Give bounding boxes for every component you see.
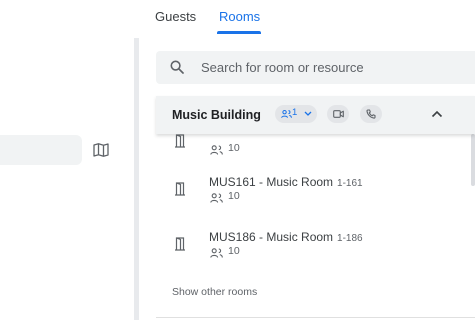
room-name: MUS161 - Music Room 1-161 (209, 175, 363, 189)
room-item[interactable]: MUS161 - Music Room 1-161 10 (156, 170, 466, 210)
capacity-filter-chip[interactable]: 1 (275, 105, 317, 123)
show-other-rooms-link[interactable]: Show other rooms (172, 286, 257, 298)
phone-icon (366, 109, 376, 119)
active-tab-indicator (217, 31, 261, 34)
video-icon (333, 110, 344, 118)
tab-guests[interactable]: Guests (155, 9, 196, 24)
door-icon (175, 237, 185, 251)
capacity-filter-value: 1 (292, 107, 298, 118)
phone-filter-chip[interactable] (360, 105, 382, 123)
door-icon (175, 134, 185, 148)
building-header[interactable]: Music Building 1 (156, 96, 475, 134)
people-icon (210, 248, 223, 258)
video-filter-chip[interactable] (327, 105, 349, 123)
search-box[interactable] (156, 51, 475, 84)
chevron-down-icon (304, 111, 312, 116)
search-icon (170, 60, 184, 74)
room-item[interactable]: MUS186 - Music Room 1-186 10 (156, 225, 466, 265)
room-capacity: 10 (228, 142, 240, 154)
left-pane (0, 0, 134, 320)
location-field[interactable] (0, 135, 82, 165)
scrollbar[interactable] (471, 134, 475, 186)
room-code: 1-161 (337, 178, 363, 189)
pane-divider (134, 38, 139, 320)
search-input[interactable] (201, 51, 461, 84)
door-icon (175, 182, 185, 196)
building-name: Music Building (172, 108, 261, 122)
map-icon[interactable] (93, 143, 109, 157)
people-icon (281, 109, 292, 118)
chevron-up-icon[interactable] (431, 110, 443, 118)
tab-rooms[interactable]: Rooms (219, 9, 260, 24)
people-icon (210, 145, 223, 155)
people-icon (210, 193, 223, 203)
room-capacity: 10 (228, 190, 240, 202)
room-code: 1-186 (337, 233, 363, 244)
room-name: MUS186 - Music Room 1-186 (209, 230, 363, 244)
room-capacity: 10 (228, 245, 240, 257)
divider (156, 317, 475, 318)
